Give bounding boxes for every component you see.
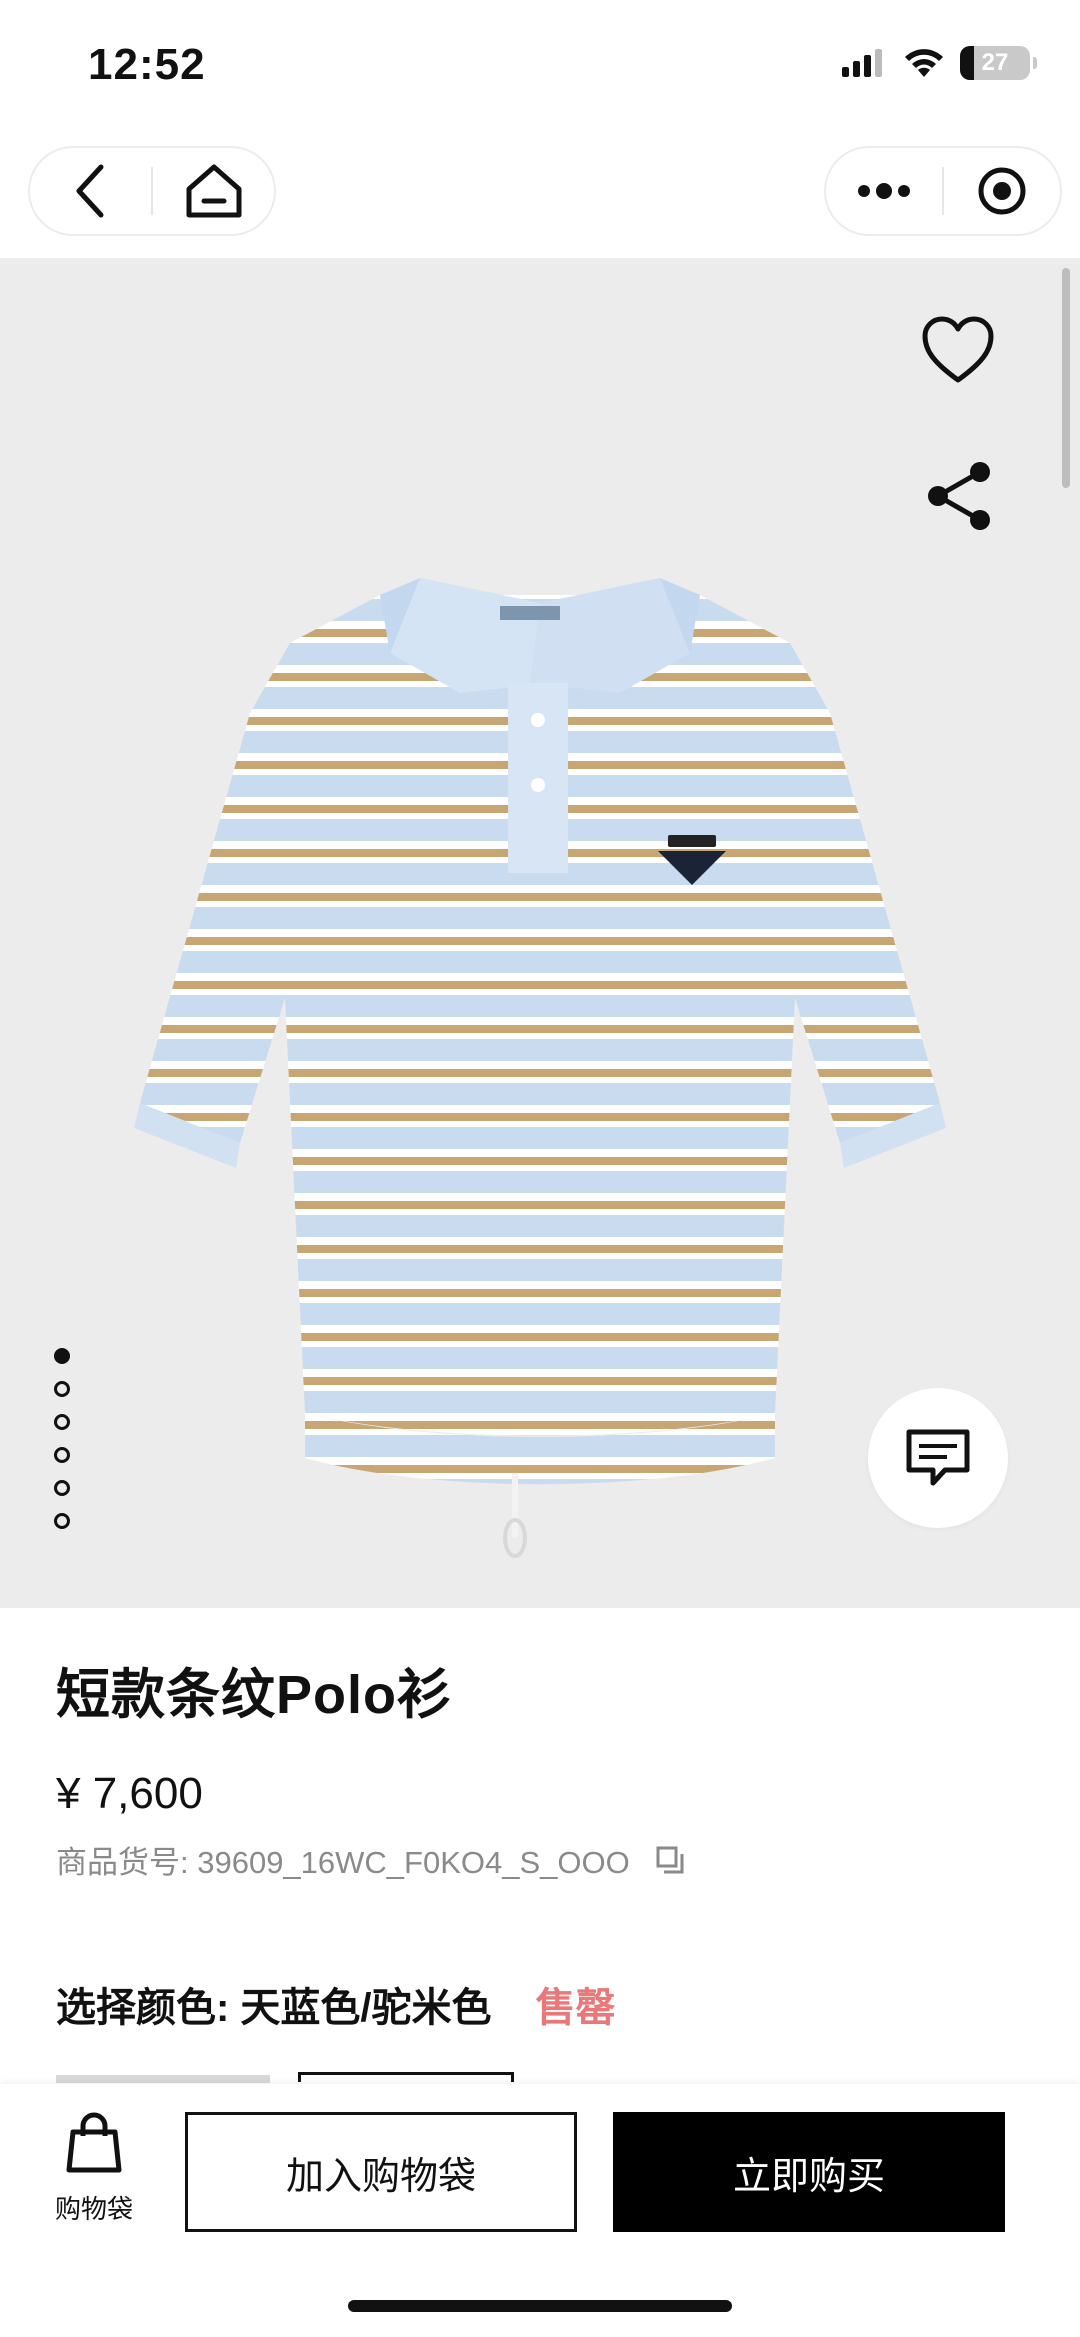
add-to-bag-button[interactable]: 加入购物袋 [185,2112,577,2232]
bottom-action-bar: 购物袋 加入购物袋 立即购买 [0,2084,1080,2337]
battery-icon: 27 [960,46,1037,80]
target-icon [978,167,1026,215]
back-button[interactable] [30,148,151,234]
product-info: 短款条纹Polo衫 ¥ 7,600 商品货号: 39609_16WC_F0KO4… [56,1650,1036,1882]
status-time: 12:52 [88,40,206,89]
battery-level: 27 [981,49,1009,76]
chat-icon [906,1429,970,1486]
color-swatch[interactable] [56,2075,270,2083]
cellular-icon [842,49,882,77]
more-icon [858,183,910,199]
pagination-dot[interactable] [54,1447,70,1463]
close-miniprogram-button[interactable] [944,148,1060,234]
nav-capsule-left [28,146,276,236]
status-icons: 27 [840,46,1037,80]
sold-out-badge: 售罄 [535,1986,616,2030]
favorite-button[interactable] [916,310,1000,390]
product-title: 短款条纹Polo衫 [56,1665,452,1725]
scrollbar[interactable] [1062,268,1070,488]
back-icon [76,164,103,218]
gallery-pagination [54,1348,70,1546]
pagination-dot[interactable] [54,1414,70,1430]
copy-icon[interactable] [654,1844,686,1876]
product-sku: 商品货号: 39609_16WC_F0KO4_S_OOO [56,1845,630,1880]
more-button[interactable] [826,148,942,234]
shopping-bag-label: 购物袋 [54,2194,133,2224]
home-indicator[interactable] [348,2300,732,2312]
nav-capsule-right [824,146,1062,236]
product-image [134,578,946,1558]
color-label: 选择颜色: 天蓝色/驼米色 [56,1986,492,2030]
bag-icon [66,2112,122,2173]
sku-row: 商品货号: 39609_16WC_F0KO4_S_OOO [56,1837,1036,1882]
pagination-dot[interactable] [54,1381,70,1397]
heart-icon [922,316,994,383]
pagination-dot[interactable] [54,1480,70,1496]
pagination-dot[interactable] [54,1513,70,1529]
pagination-dot[interactable] [54,1348,70,1364]
status-bar: 12:52 27 [0,0,1080,140]
buy-now-button[interactable]: 立即购买 [613,2112,1005,2232]
nav-bar [0,140,1080,258]
customer-service-button[interactable] [868,1388,1008,1528]
home-button[interactable] [153,148,274,234]
color-swatch-selected[interactable] [298,2072,514,2082]
product-gallery[interactable] [0,258,1080,1608]
color-selector-header: 选择颜色: 天蓝色/驼米色 售罄 [56,1975,616,2033]
home-icon [186,164,241,218]
shopping-bag-tab[interactable]: 购物袋 [40,2112,148,2226]
wifi-icon [905,49,943,77]
product-price: ¥ 7,600 [56,1769,203,1818]
